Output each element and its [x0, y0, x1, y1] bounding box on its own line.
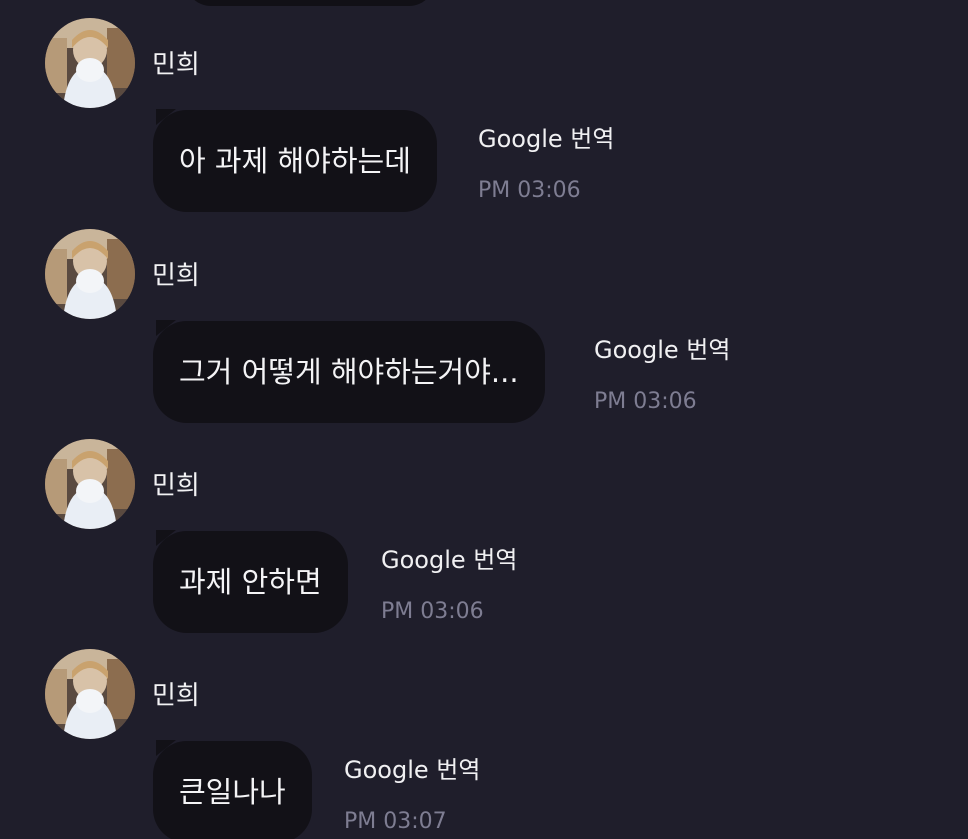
- message-bubble[interactable]: 큰일나나: [153, 741, 312, 839]
- timestamp: PM 03:06: [594, 389, 697, 414]
- timestamp: PM 03:07: [344, 809, 447, 834]
- avatar[interactable]: [45, 229, 135, 319]
- message-row: 민희 과제 안하면 Google 번역 PM 03:06: [0, 439, 968, 649]
- avatar-photo-icon: [45, 18, 135, 108]
- message-bubble-group: 그거 어떻게 해야하는거야...: [153, 320, 545, 423]
- sender-name: 민희: [152, 50, 200, 80]
- message-meta: Google 번역 PM 03:06: [478, 124, 614, 204]
- message-row: 민희 그거 어떻게 해야하는거야... Google 번역 PM 03:06: [0, 229, 968, 439]
- chat-area: 민희 아 과제 해야하는데 Google 번역 PM 03:06 민희 그거 어…: [0, 0, 968, 839]
- sender-name: 민희: [152, 681, 200, 711]
- message-bubble-group: 과제 안하면: [153, 530, 348, 633]
- avatar-photo-icon: [45, 439, 135, 529]
- timestamp: PM 03:06: [478, 178, 581, 203]
- message-meta: Google 번역 PM 03:06: [381, 545, 517, 625]
- google-translate-link[interactable]: Google 번역: [478, 124, 614, 154]
- google-translate-link[interactable]: Google 번역: [381, 545, 517, 575]
- message-bubble-group: 아 과제 해야하는데: [153, 109, 437, 212]
- timestamp: PM 03:06: [381, 599, 484, 624]
- message-bubble-group: 큰일나나: [153, 740, 312, 839]
- message-meta: Google 번역 PM 03:07: [344, 755, 480, 835]
- avatar-photo-icon: [45, 229, 135, 319]
- avatar[interactable]: [45, 439, 135, 529]
- sender-name: 민희: [152, 471, 200, 501]
- message-bubble[interactable]: 아 과제 해야하는데: [153, 110, 437, 212]
- google-translate-link[interactable]: Google 번역: [594, 335, 730, 365]
- avatar-photo-icon: [45, 649, 135, 739]
- google-translate-link[interactable]: Google 번역: [344, 755, 480, 785]
- message-meta: Google 번역 PM 03:06: [594, 335, 730, 415]
- previous-message-bubble: [185, 0, 435, 6]
- message-row: 민희 큰일나나 Google 번역 PM 03:07: [0, 649, 968, 839]
- message-row: 민희 아 과제 해야하는데 Google 번역 PM 03:06: [0, 18, 968, 228]
- sender-name: 민희: [152, 261, 200, 291]
- avatar[interactable]: [45, 18, 135, 108]
- message-bubble[interactable]: 과제 안하면: [153, 531, 348, 633]
- avatar[interactable]: [45, 649, 135, 739]
- message-bubble[interactable]: 그거 어떻게 해야하는거야...: [153, 321, 545, 423]
